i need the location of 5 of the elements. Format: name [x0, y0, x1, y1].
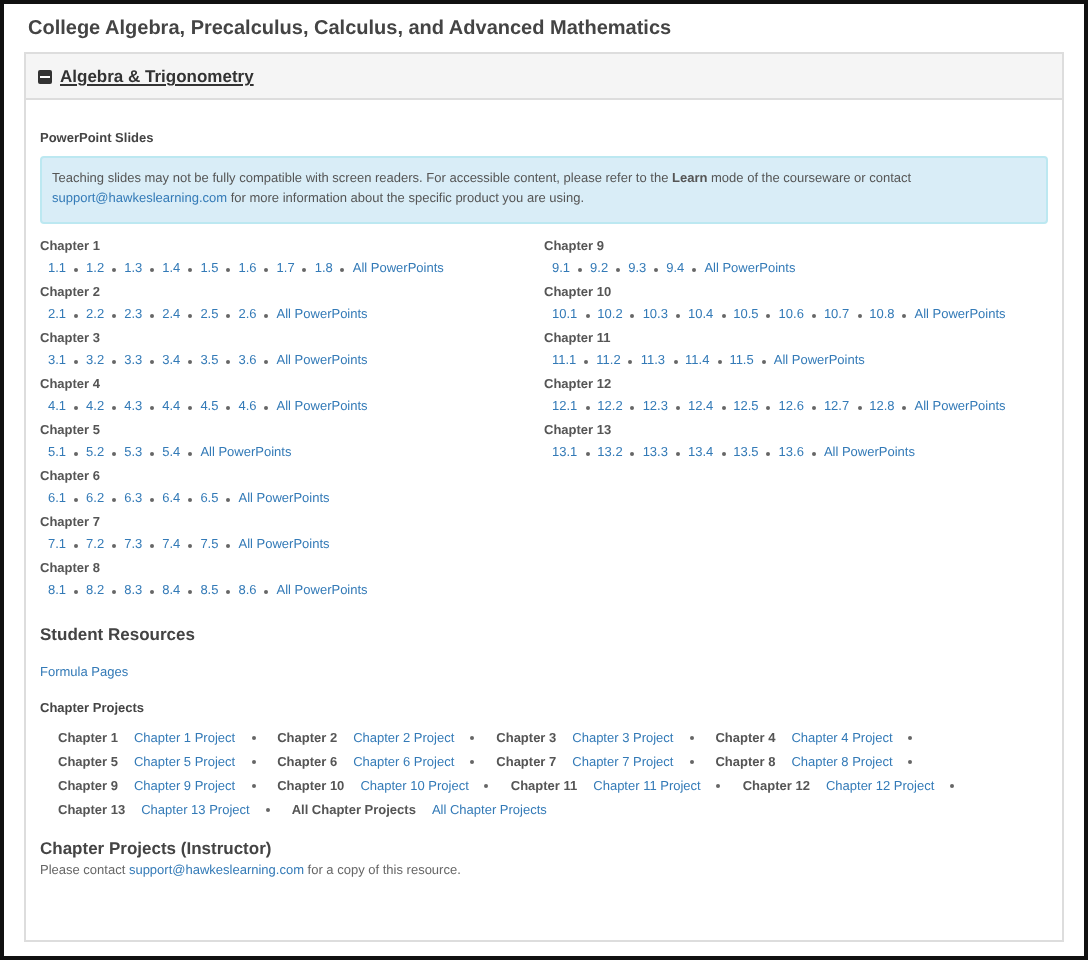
section-title-link[interactable]: Algebra & Trigonometry — [60, 66, 254, 86]
collapse-icon[interactable] — [38, 69, 52, 83]
section-heading: Student Resources — [40, 624, 197, 644]
page-title: College Algebra, Precalculus, Calculus, and Advanced Mathematics — [28, 18, 674, 40]
section-heading: Chapter Projects (Instructor) — [40, 838, 274, 858]
